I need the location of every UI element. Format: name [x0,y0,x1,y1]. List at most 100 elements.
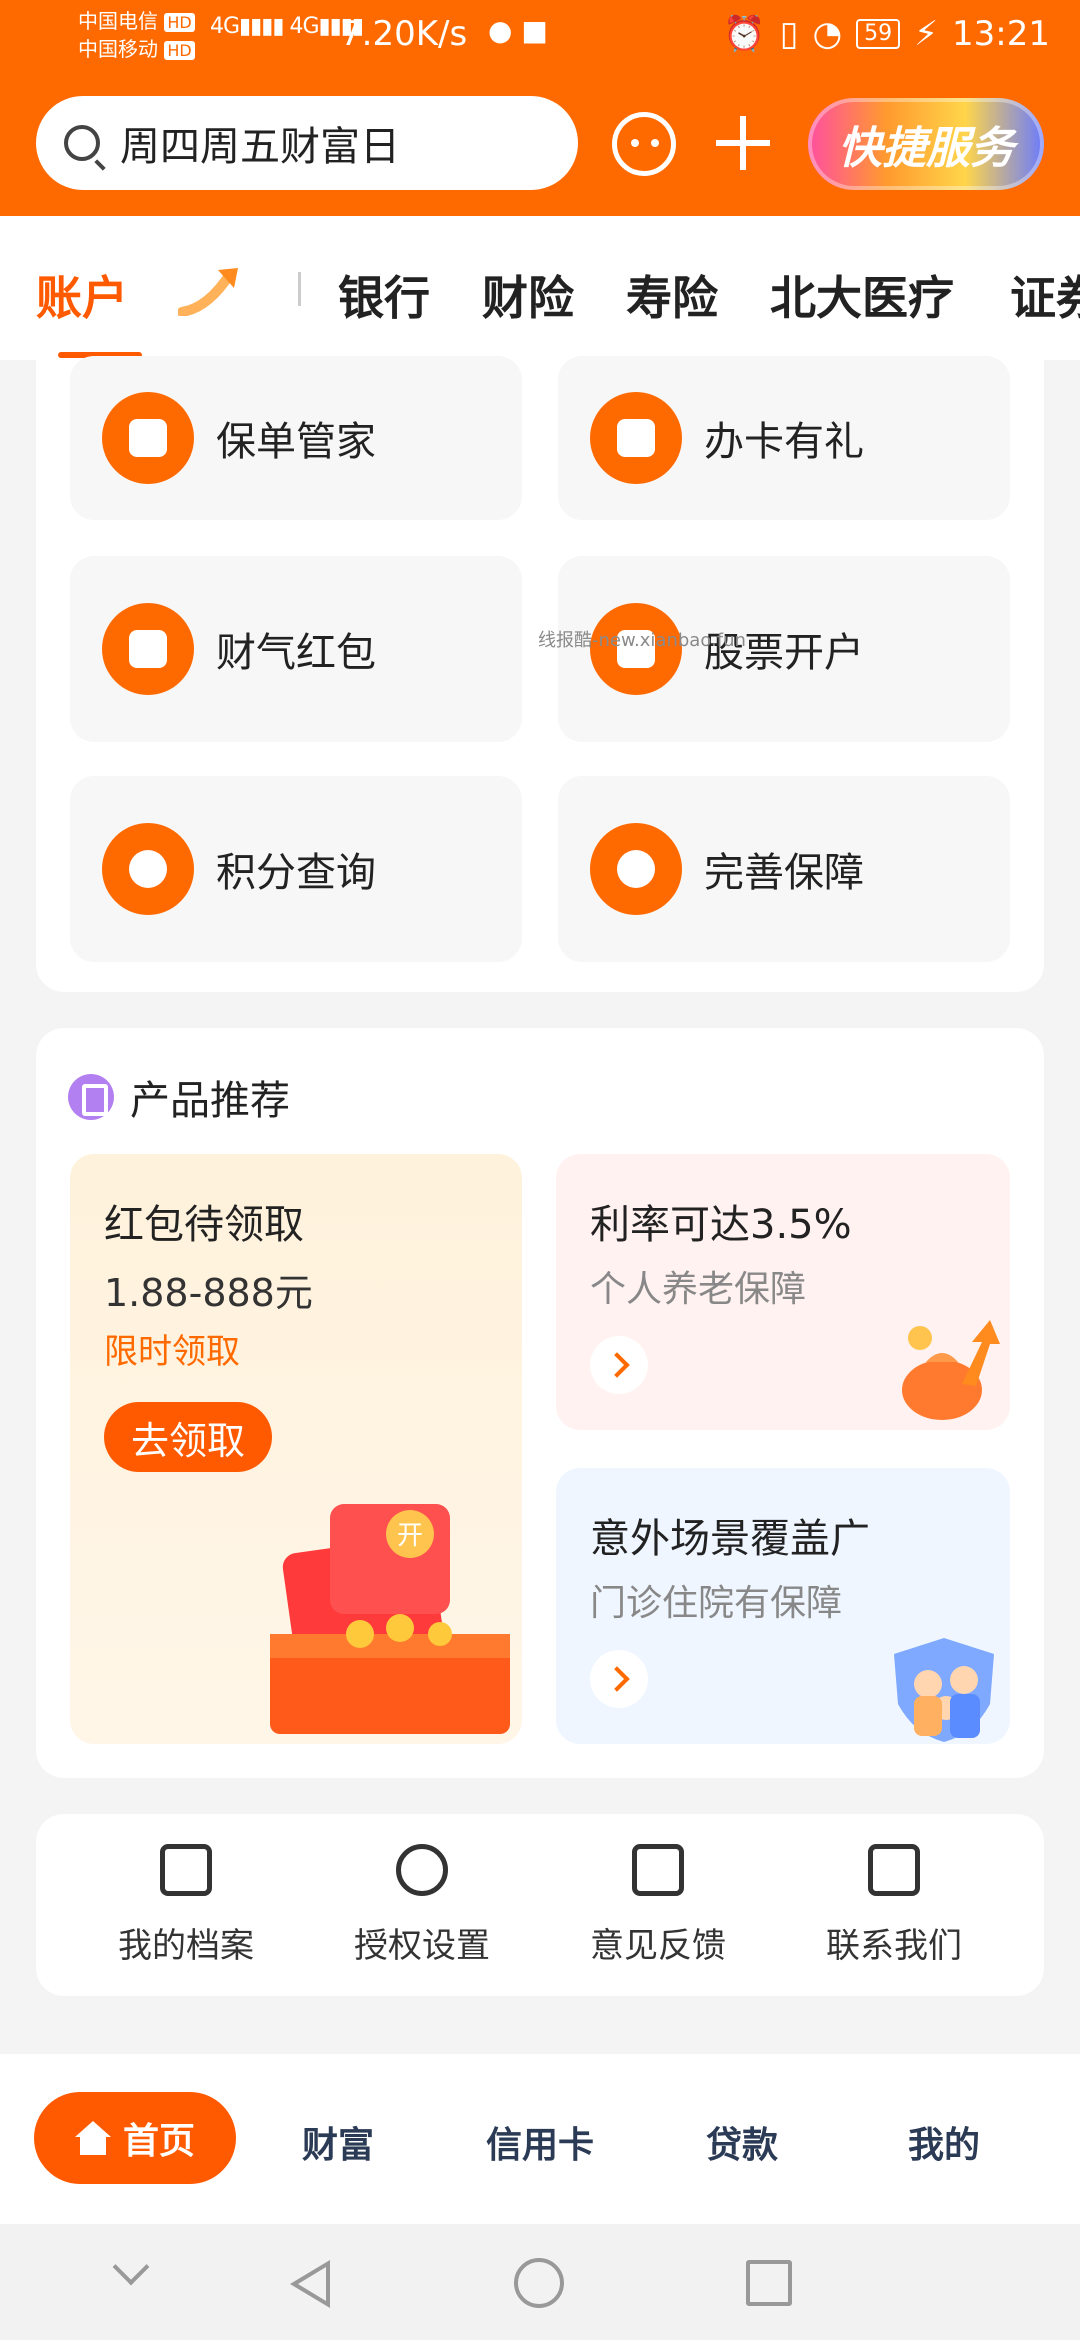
network-4g-label: 4G [210,14,240,39]
clock: 13:21 [952,14,1050,54]
product-subtitle: 个人养老保障 [590,1269,807,1310]
hd-badge-2: HD [164,41,195,60]
accident-insurance-card[interactable]: 意外场景覆盖广 门诊住院有保障 [556,1468,1010,1744]
services-card: 保单管家 办卡有礼 财气红包 股票开户 积分查询 完善保障 [36,356,1044,992]
nav-loan[interactable]: 贷款 [706,2116,778,2168]
tab-securities[interactable]: 证券 [1010,262,1080,328]
tab-property-insurance[interactable]: 财险 [482,262,574,328]
product-subtitle: 门诊住院有保障 [590,1583,843,1624]
service-label: 办卡有礼 [704,419,864,465]
product-title: 利率可达3.5% [590,1202,852,1248]
trend-arrow-icon [178,268,238,316]
pulse-search-icon [590,823,682,915]
nav-home-label: 首页 [122,2121,195,2162]
signal-icon: ▮▮▮▮ [239,14,284,39]
promo-amount: 1.88-888元 [104,1271,313,1315]
contact-icon [868,1844,920,1896]
search-icon [64,125,100,161]
promo-tag: 限时领取 [104,1332,240,1372]
envelope-icon [102,603,194,695]
feedback-icon [632,1844,684,1896]
tab-pku-healthcare[interactable]: 北大医疗 [770,262,954,328]
recent-apps-icon[interactable] [746,2260,792,2306]
nav-credit-card[interactable]: 信用卡 [486,2116,594,2168]
tab-bank[interactable]: 银行 [338,262,430,328]
search-input[interactable]: 周四周五财富日 [36,96,578,190]
notification-icons: ● ■ [488,14,548,47]
product-title: 意外场景覆盖广 [590,1516,870,1562]
watermark: 线报酷-new.xianbao.fun [538,630,746,651]
gift-open-char: 开 [397,1521,423,1551]
link-label: 我的档案 [118,1926,254,1966]
points-search-icon [102,823,194,915]
link-label: 联系我们 [826,1926,962,1966]
status-right: ⏰ ▯ ◔ 59 ⚡ 13:21 [723,14,1050,54]
category-tabs: 账户 银行 财险 寿险 北大医疗 证券 [0,216,1080,360]
chevron-down-icon[interactable] [112,2248,150,2286]
battery-indicator: 59 [856,19,901,49]
service-label: 完善保障 [704,850,864,896]
tieba-icon: ■ [521,14,548,47]
service-red-packet[interactable]: 财气红包 [70,556,522,742]
qq-icon: ● [488,14,513,47]
red-packet-promo[interactable]: 红包待领取 1.88-888元 限时领取 去领取 开 [70,1154,522,1744]
add-icon[interactable] [712,112,774,174]
service-label: 财气红包 [216,630,376,676]
home-icon [74,2121,111,2155]
network-4g-label-2: 4G [289,14,319,39]
product-section-header: 产品推荐 [68,1068,290,1126]
search-placeholder: 周四周五财富日 [120,124,400,170]
system-home-icon[interactable] [514,2258,564,2308]
family-shield-icon [894,1638,994,1742]
service-label: 保单管家 [216,419,376,465]
promo-title: 红包待领取 [104,1202,304,1248]
service-improve-coverage[interactable]: 完善保障 [558,776,1010,962]
money-bag-icon [902,1320,1000,1420]
tab-account[interactable]: 账户 [36,262,128,328]
bottom-navigation: 首页 财富 信用卡 贷款 我的 [0,2054,1080,2224]
link-feedback[interactable]: 意见反馈 [538,1814,778,1996]
tab-life-insurance[interactable]: 寿险 [626,262,718,328]
message-icon[interactable] [612,112,676,176]
service-points-query[interactable]: 积分查询 [70,776,522,962]
status-bar: 中国电信 HD 中国移动 HD 4G▮▮▮▮ 4G▮▮▮▮ 7.20K/s ● … [0,0,1080,76]
nav-mine[interactable]: 我的 [908,2116,980,2168]
tv-gift-icon [590,392,682,484]
service-card-gift[interactable]: 办卡有礼 [558,356,1010,520]
section-title: 产品推荐 [130,1078,290,1124]
claim-button[interactable]: 去领取 [104,1402,272,1472]
chevron-right-icon[interactable] [590,1650,648,1708]
vibrate-icon: ▯ [779,14,799,54]
carrier-mobile: 中国移动 [78,37,158,61]
speed-gauge-icon: ◔ [812,14,843,54]
quick-service-button[interactable]: 快捷服务 [808,98,1044,190]
archive-icon [160,1844,212,1896]
nav-home[interactable]: 首页 [34,2092,236,2184]
charging-icon: ⚡ [914,14,939,54]
link-authorization-settings[interactable]: 授权设置 [302,1814,542,1996]
net-speed: 7.20K/s [340,14,468,54]
chevron-right-icon[interactable] [590,1336,648,1394]
carrier-telecom: 中国电信 [78,9,158,33]
settings-hex-icon [396,1844,448,1896]
system-navigation-bar [0,2224,1080,2340]
hd-badge: HD [164,13,195,32]
nav-wealth[interactable]: 财富 [302,2116,374,2168]
policy-icon [102,392,194,484]
link-my-archive[interactable]: 我的档案 [66,1814,306,1996]
link-contact-us[interactable]: 联系我们 [774,1814,1014,1996]
gift-box-icon: 开 [270,1504,510,1734]
service-policy-manager[interactable]: 保单管家 [70,356,522,520]
service-label: 积分查询 [216,850,376,896]
back-icon[interactable] [290,2260,330,2308]
link-label: 授权设置 [354,1926,490,1966]
pension-product-card[interactable]: 利率可达3.5% 个人养老保障 [556,1154,1010,1430]
link-label: 意见反馈 [590,1926,726,1966]
tab-divider [298,272,301,306]
quick-links-card: 我的档案 授权设置 意见反馈 联系我们 [36,1814,1044,1996]
header-bar: 中国电信 HD 中国移动 HD 4G▮▮▮▮ 4G▮▮▮▮ 7.20K/s ● … [0,0,1080,216]
bookmark-icon [68,1074,114,1120]
product-recommend-card: 产品推荐 红包待领取 1.88-888元 限时领取 去领取 开 利率可达3.5%… [36,1028,1044,1778]
alarm-icon: ⏰ [723,14,766,54]
carrier-info: 中国电信 HD 中国移动 HD [78,8,195,64]
